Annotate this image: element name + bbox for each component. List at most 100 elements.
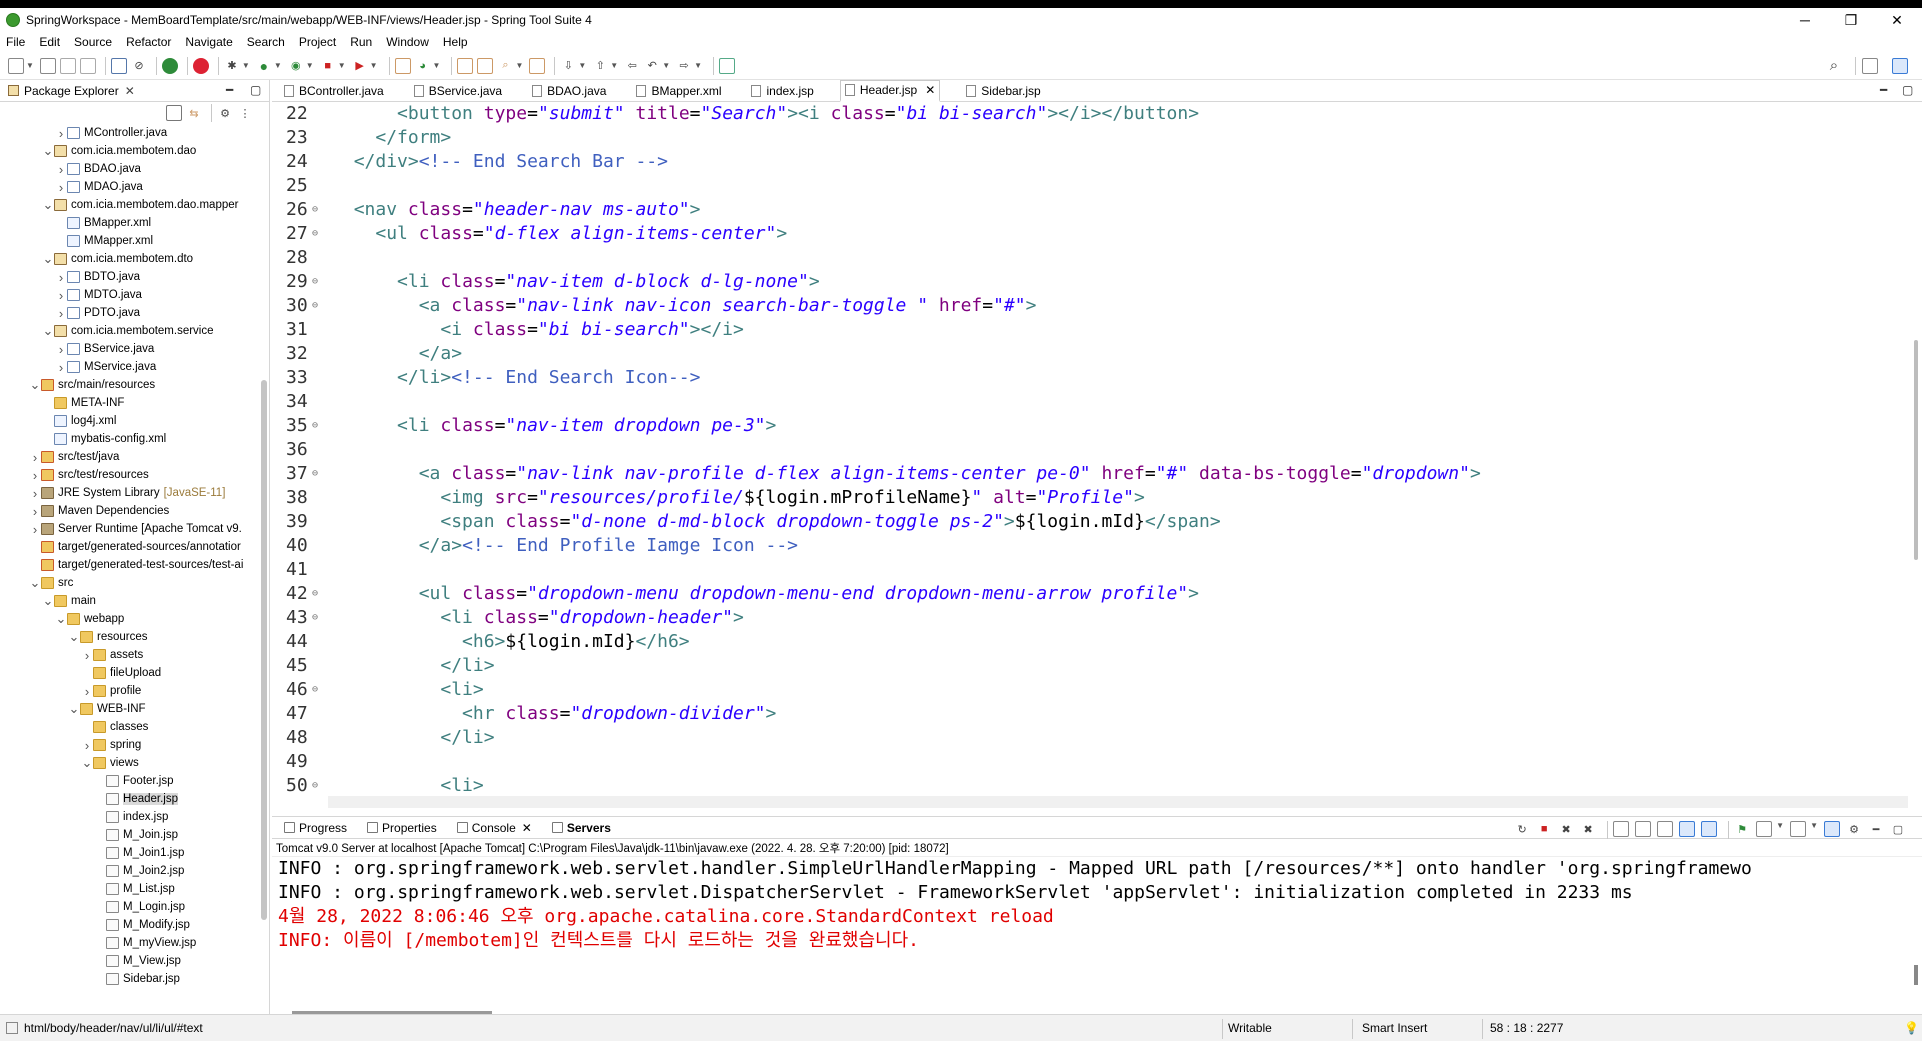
chevron-right-icon[interactable]: ›: [55, 126, 67, 141]
fold-toggle-icon[interactable]: ⊖: [312, 198, 318, 222]
menu-help[interactable]: Help: [443, 35, 468, 49]
tree-item[interactable]: BMapper.xml: [0, 214, 256, 232]
minimize-editor-icon[interactable]: ━: [1880, 83, 1887, 97]
bottom-tab-properties[interactable]: Properties: [363, 821, 441, 835]
tree-item[interactable]: M_List.jsp: [0, 880, 256, 898]
new-class-icon[interactable]: ◕: [415, 58, 431, 74]
chevron-right-icon[interactable]: ›: [29, 468, 41, 483]
scroll-lock-icon[interactable]: [1635, 821, 1652, 837]
tree-item[interactable]: ⌄ com.icia.membotem.service: [0, 322, 256, 340]
tree-item[interactable]: META-INF: [0, 394, 256, 412]
fold-toggle-icon[interactable]: ⊖: [312, 294, 318, 318]
debug-icon[interactable]: ✱: [224, 58, 240, 74]
menu-source[interactable]: Source: [74, 35, 112, 49]
chevron-right-icon[interactable]: ›: [29, 522, 41, 537]
tree-item[interactable]: › BDAO.java: [0, 160, 256, 178]
external-tools-icon[interactable]: ▶: [352, 58, 368, 74]
tree-item[interactable]: ⌄ WEB-INF: [0, 700, 256, 718]
skip-breakpoints-icon[interactable]: ⊘: [131, 58, 147, 74]
fold-toggle-icon[interactable]: ⊖: [312, 678, 318, 702]
console-scrollbar[interactable]: [1914, 965, 1918, 985]
settings-icon[interactable]: ⚙: [1846, 821, 1862, 837]
tree-item[interactable]: ⌄ resources: [0, 628, 256, 646]
tree-item[interactable]: › Maven Dependencies: [0, 502, 256, 520]
chevron-down-icon[interactable]: ▼: [1810, 821, 1818, 839]
terminal-icon[interactable]: [110, 57, 127, 74]
tree-item[interactable]: target/generated-sources/annotatior: [0, 538, 256, 556]
editor-tab[interactable]: Sidebar.jsp: [962, 80, 1044, 102]
chevron-down-icon[interactable]: ▼: [578, 61, 586, 70]
tree-item[interactable]: ⌄ src/main/resources: [0, 376, 256, 394]
new-icon[interactable]: [8, 57, 24, 74]
last-edit-location-icon[interactable]: ⇦: [624, 58, 640, 74]
chevron-right-icon[interactable]: ›: [55, 270, 67, 285]
fold-toggle-icon[interactable]: ⊖: [312, 414, 318, 438]
console-output[interactable]: INFO : org.springframework.web.servlet.h…: [272, 857, 1922, 953]
bottom-tab-console[interactable]: Console ✕: [453, 821, 536, 835]
status-insert-mode[interactable]: Smart Insert: [1362, 1021, 1427, 1035]
tree-item[interactable]: classes: [0, 718, 256, 736]
tree-item[interactable]: M_Login.jsp: [0, 898, 256, 916]
pin-console-icon[interactable]: ⚑: [1734, 821, 1750, 837]
tree-scrollbar[interactable]: [261, 380, 267, 920]
menu-refactor[interactable]: Refactor: [126, 35, 171, 49]
close-button[interactable]: ✕: [1874, 8, 1920, 32]
tree-item[interactable]: › src/test/java: [0, 448, 256, 466]
chevron-down-icon[interactable]: ▼: [694, 61, 702, 70]
tree-item[interactable]: › MController.java: [0, 124, 256, 142]
tree-item[interactable]: › PDTO.java: [0, 304, 256, 322]
chevron-down-icon[interactable]: ▼: [338, 61, 346, 70]
chevron-right-icon[interactable]: ›: [29, 504, 41, 519]
chevron-right-icon[interactable]: ›: [55, 360, 67, 375]
chevron-down-icon[interactable]: ⌄: [42, 251, 54, 267]
maximize-view-icon[interactable]: ▢: [1890, 821, 1906, 837]
tree-item[interactable]: Header.jsp: [0, 790, 256, 808]
chevron-down-icon[interactable]: ⌄: [42, 197, 54, 213]
bottom-tab-servers[interactable]: Servers: [548, 821, 615, 835]
chevron-down-icon[interactable]: ▼: [610, 61, 618, 70]
fold-toggle-icon[interactable]: ⊖: [312, 270, 318, 294]
minimize-view-icon[interactable]: ━: [226, 83, 233, 97]
maximize-editor-icon[interactable]: ▢: [1902, 83, 1913, 97]
chevron-down-icon[interactable]: ⌄: [29, 575, 41, 591]
tree-item[interactable]: › BService.java: [0, 340, 256, 358]
tree-item[interactable]: log4j.xml: [0, 412, 256, 430]
chevron-down-icon[interactable]: ▼: [370, 61, 378, 70]
next-annotation-icon[interactable]: ⇩: [560, 58, 576, 74]
editor-tab[interactable]: BDAO.java: [528, 80, 610, 102]
minimize-button[interactable]: ─: [1782, 8, 1828, 32]
chevron-down-icon[interactable]: ▼: [662, 61, 670, 70]
bottom-tab-progress[interactable]: Progress: [280, 821, 351, 835]
open-task-icon[interactable]: [477, 57, 494, 74]
display-selected-console-icon[interactable]: [1756, 821, 1773, 837]
chevron-right-icon[interactable]: ›: [55, 162, 67, 177]
chevron-down-icon[interactable]: ▼: [433, 61, 441, 70]
menu-navigate[interactable]: Navigate: [185, 35, 232, 49]
chevron-down-icon[interactable]: ▼: [306, 61, 314, 70]
chevron-down-icon[interactable]: ⌄: [55, 611, 67, 627]
tree-item[interactable]: Sidebar.jsp: [0, 970, 256, 988]
relaunch-icon[interactable]: [192, 57, 209, 74]
chevron-down-icon[interactable]: ⌄: [68, 701, 80, 717]
save-all-icon[interactable]: [59, 57, 76, 74]
tree-item[interactable]: ⌄ com.icia.membotem.dto: [0, 250, 256, 268]
chevron-right-icon[interactable]: ›: [55, 288, 67, 303]
tree-item[interactable]: M_Join1.jsp: [0, 844, 256, 862]
tree-item[interactable]: index.jsp: [0, 808, 256, 826]
editor-tab[interactable]: Header.jsp ✕: [839, 79, 941, 102]
close-icon[interactable]: ✕: [522, 821, 532, 835]
spring-boot-dashboard-icon[interactable]: [161, 57, 178, 74]
tree-item[interactable]: M_myView.jsp: [0, 934, 256, 952]
tree-item[interactable]: M_Modify.jsp: [0, 916, 256, 934]
code-editor[interactable]: 22 <button type="submit" title="Search">…: [272, 102, 1912, 796]
maximize-view-icon[interactable]: ▢: [250, 83, 261, 97]
tree-item[interactable]: ⌄ src: [0, 574, 256, 592]
tree-item[interactable]: M_Join2.jsp: [0, 862, 256, 880]
chevron-right-icon[interactable]: ›: [29, 450, 41, 465]
tree-item[interactable]: ⌄ main: [0, 592, 256, 610]
show-on-stdout-icon[interactable]: [1679, 821, 1696, 837]
chevron-down-icon[interactable]: ⌄: [81, 755, 93, 771]
collapse-all-icon[interactable]: [166, 105, 182, 121]
link-icon[interactable]: [1824, 821, 1840, 837]
search-icon[interactable]: ⌕: [1826, 57, 1842, 74]
